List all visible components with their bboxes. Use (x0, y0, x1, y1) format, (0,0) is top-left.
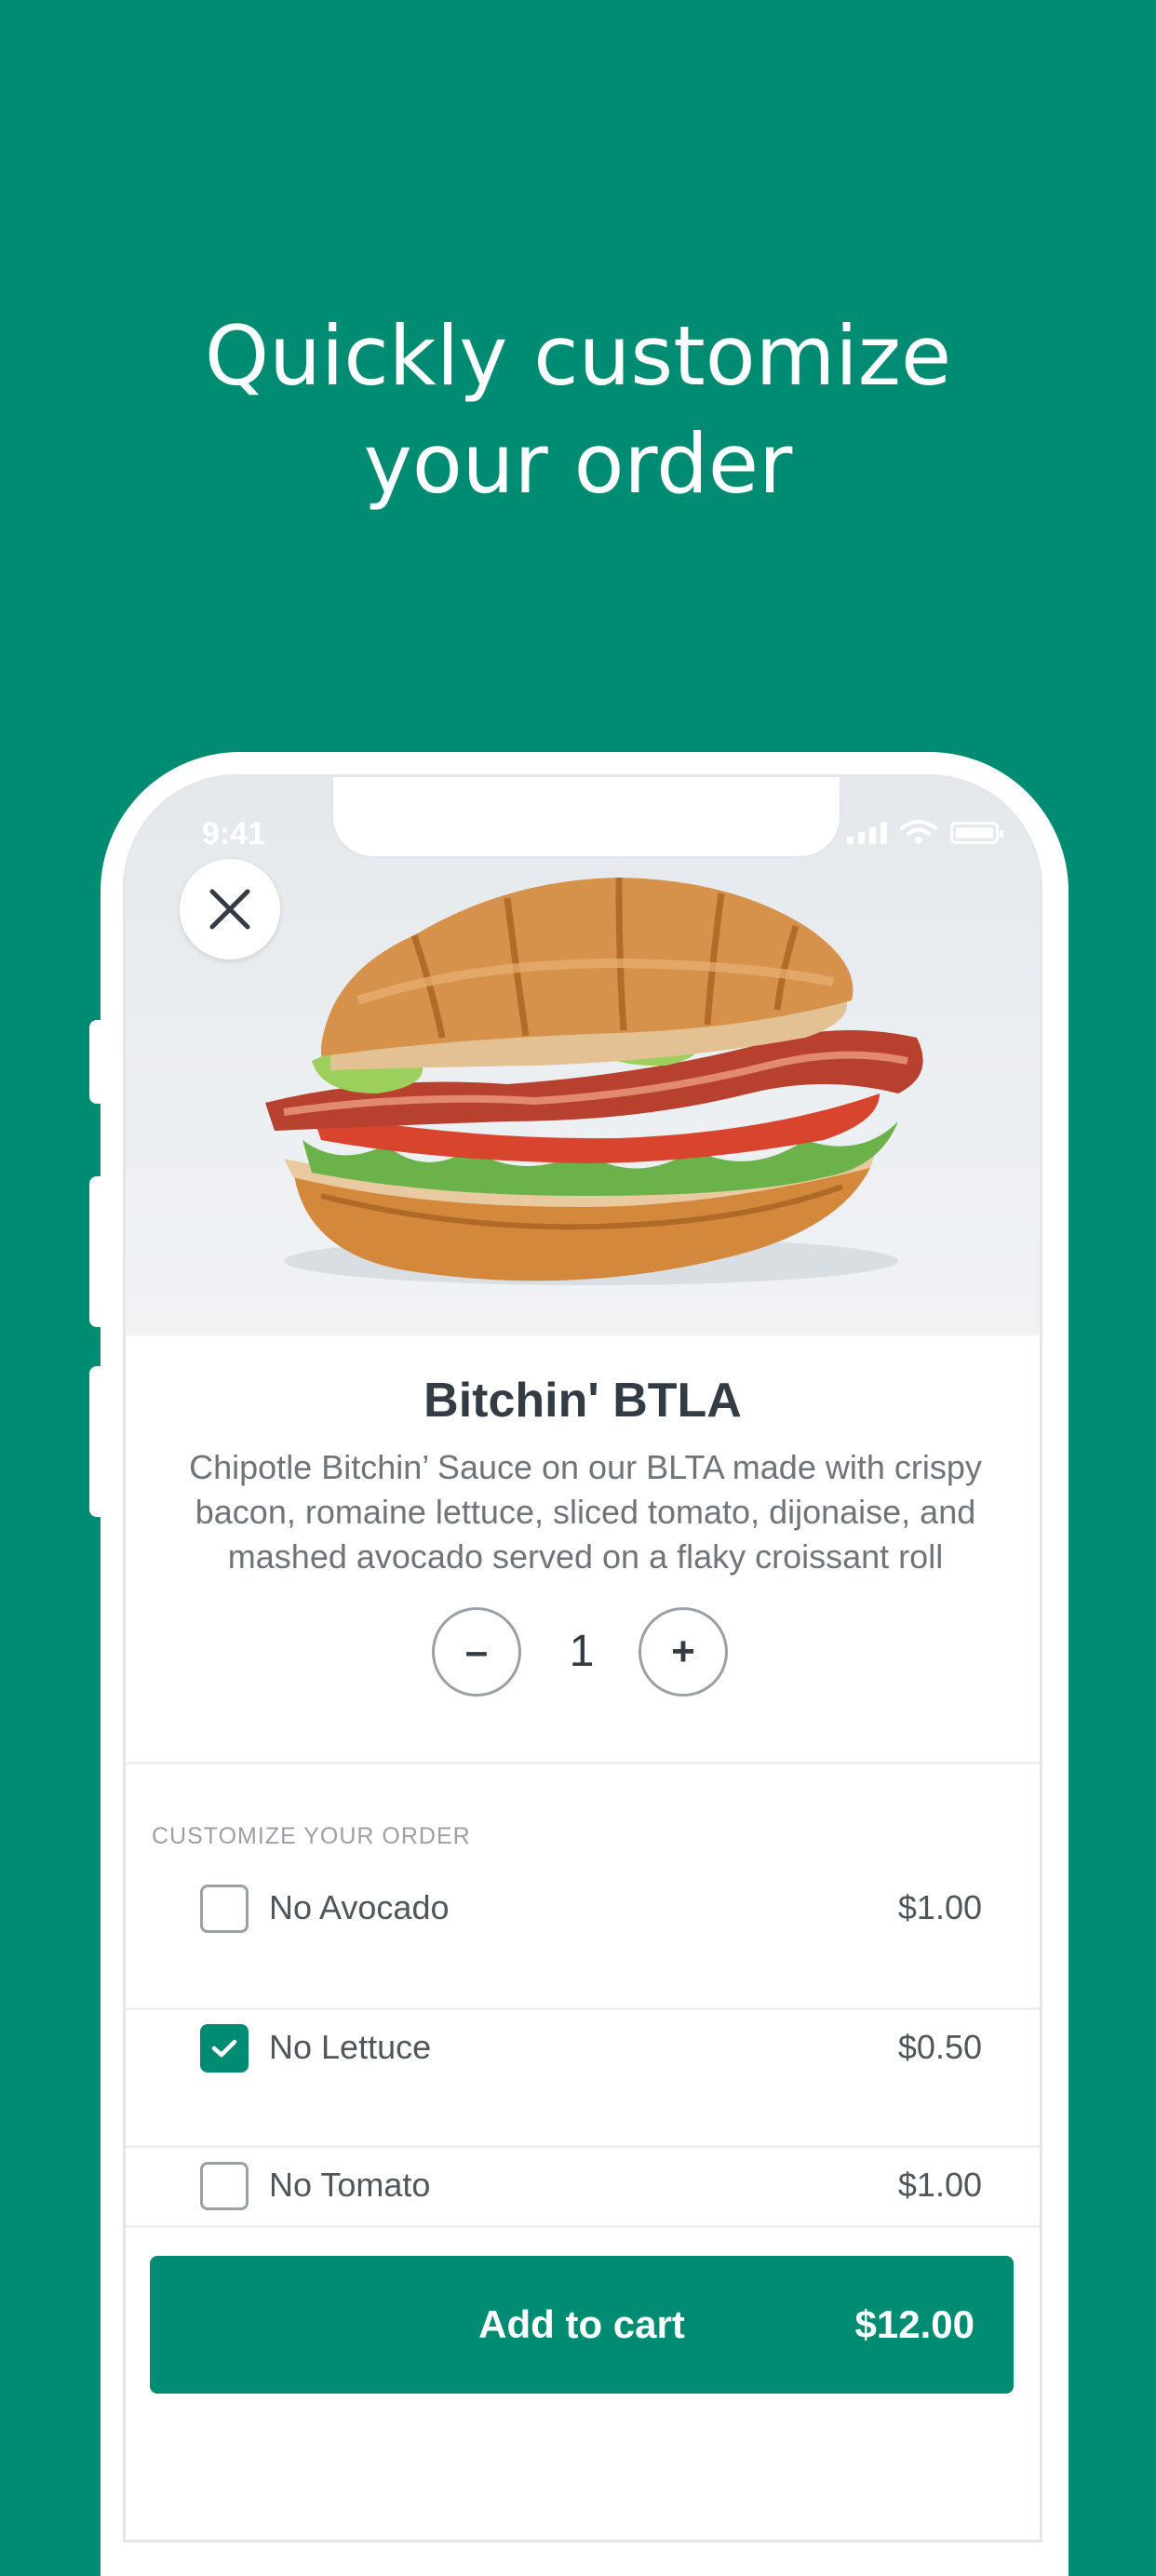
option-label: No Avocado (269, 1888, 450, 1926)
cart-total-price: $12.00 (854, 2302, 975, 2346)
option-label: No Tomato (269, 2166, 431, 2204)
section-divider (126, 1762, 1040, 1764)
description-line: mashed avocado served on a flaky croissa… (227, 1537, 944, 1576)
checkmark-icon (211, 2039, 237, 2058)
sandwich-photo (265, 877, 923, 1285)
status-time: 9:41 (202, 816, 266, 852)
option-row-no-lettuce[interactable]: No Lettuce $0.50 (126, 1979, 1040, 2117)
quantity-value: 1 (569, 1627, 595, 1676)
cellular-signal-icon (847, 822, 887, 844)
product-image: 9:41 (126, 777, 1040, 1335)
option-checkbox-checked[interactable] (200, 2024, 249, 2073)
quantity-stepper: – 1 + (126, 1607, 1040, 1700)
headline-line-2: your order (363, 416, 793, 512)
add-to-cart-button[interactable]: Add to cart $12.00 (150, 2256, 1014, 2394)
product-title: Bitchin' BTLA (423, 1374, 742, 1428)
headline: Quickly customize your order (0, 302, 1156, 518)
battery-icon (950, 822, 1003, 844)
option-price: $1.00 (897, 1888, 982, 1926)
headline-line-1: Quickly customize (204, 308, 952, 404)
option-price: $1.00 (897, 2166, 982, 2204)
option-label: No Lettuce (269, 2028, 432, 2066)
wifi-icon (900, 820, 937, 844)
option-price: $0.50 (897, 2028, 982, 2066)
increase-quantity-button[interactable]: + (638, 1607, 728, 1697)
description-line: Chipotle Bitchin’ Sauce on our BLTA made… (189, 1448, 982, 1486)
option-checkbox[interactable] (200, 2162, 249, 2210)
phone-notch (330, 777, 842, 859)
option-row-no-avocado[interactable]: No Avocado $1.00 (126, 1840, 1040, 1978)
bottom-bar: Add to cart $12.00 (126, 2225, 1040, 2540)
phone-screen: 9:41 Bitchin' BTLA Chipotle Bitchin’ Sau… (123, 774, 1042, 2542)
close-button[interactable] (180, 859, 280, 959)
decrease-quantity-button[interactable]: – (432, 1607, 521, 1697)
product-description: Chipotle Bitchin’ Sauce on our BLTA made… (163, 1445, 1008, 1579)
close-icon (209, 889, 250, 930)
status-icons (847, 820, 1003, 844)
option-checkbox[interactable] (200, 1885, 249, 1933)
description-line: bacon, romaine lettuce, sliced tomato, d… (195, 1493, 976, 1531)
